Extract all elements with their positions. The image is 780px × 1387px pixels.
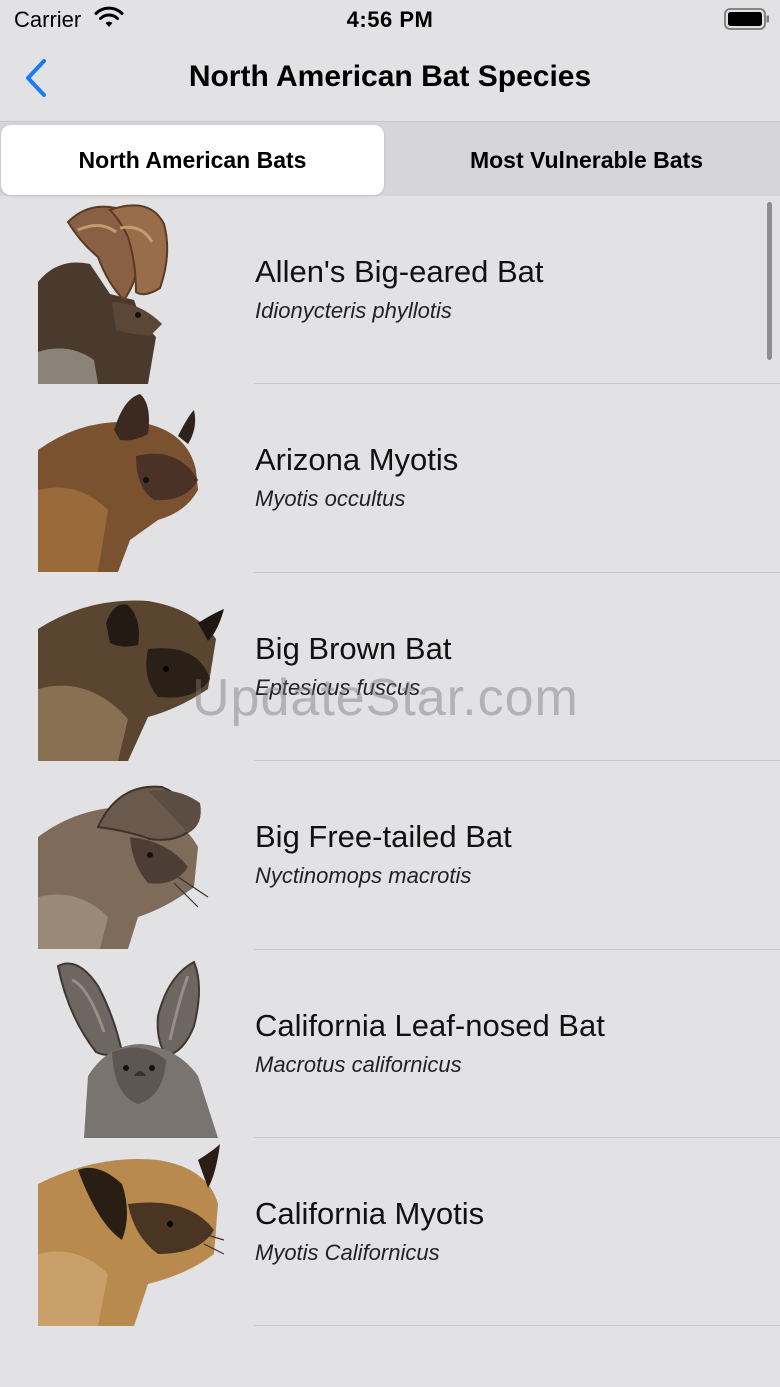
list-item[interactable]: Arizona Myotis Myotis occultus — [0, 384, 780, 573]
bat-thumbnail — [38, 202, 224, 384]
bat-common-name: California Leaf-nosed Bat — [255, 1007, 605, 1043]
row-divider — [254, 1325, 780, 1327]
bat-scientific-name: Idionycteris phyllotis — [255, 298, 452, 323]
bat-scientific-name: Eptesicus fuscus — [255, 674, 421, 700]
bat-species-list: Allen's Big-eared Bat Idionycteris phyll… — [0, 196, 780, 1387]
bat-common-name: Big Brown Bat — [255, 630, 452, 666]
status-bar: Carrier 4:56 PM — [0, 0, 780, 40]
bat-thumbnail — [38, 390, 224, 573]
vertical-scrollbar[interactable] — [767, 202, 772, 360]
status-time: 4:56 PM — [346, 7, 434, 32]
bat-common-name: Arizona Myotis — [255, 442, 459, 478]
bat-common-name: Allen's Big-eared Bat — [255, 254, 544, 289]
navigation-bar: North American Bat Species — [0, 40, 780, 122]
bat-common-name: California Myotis — [255, 1195, 485, 1231]
list-item[interactable]: Allen's Big-eared Bat Idionycteris phyll… — [0, 196, 780, 385]
list-item[interactable]: Big Free-tailed Bat Nyctinomops macrotis — [0, 761, 780, 950]
battery-icon — [724, 8, 770, 30]
bat-scientific-name: Myotis Californicus — [255, 1239, 440, 1265]
page-title: North American Bat Species — [188, 60, 592, 93]
bat-scientific-name: Nyctinomops macrotis — [255, 863, 472, 889]
bat-thumbnail — [38, 956, 224, 1138]
bat-common-name: Big Free-tailed Bat — [255, 819, 512, 855]
tab-north-american-bats[interactable]: North American Bats — [1, 125, 384, 195]
list-item[interactable]: California Myotis Myotis Californicus — [0, 1138, 780, 1327]
list-item[interactable]: California Leaf-nosed Bat Macrotus calif… — [0, 950, 780, 1138]
bat-thumbnail — [38, 767, 224, 950]
bat-scientific-name: Myotis occultus — [255, 486, 406, 512]
bat-thumbnail — [38, 579, 224, 761]
bat-thumbnail — [38, 1143, 224, 1326]
tab-most-vulnerable-bats[interactable]: Most Vulnerable Bats — [393, 125, 780, 195]
segmented-control: North American Bats Most Vulnerable Bats — [0, 122, 780, 196]
list-item[interactable]: Big Brown Bat Eptesicus fuscus — [0, 573, 780, 762]
bat-scientific-name: Macrotus californicus — [255, 1051, 462, 1077]
